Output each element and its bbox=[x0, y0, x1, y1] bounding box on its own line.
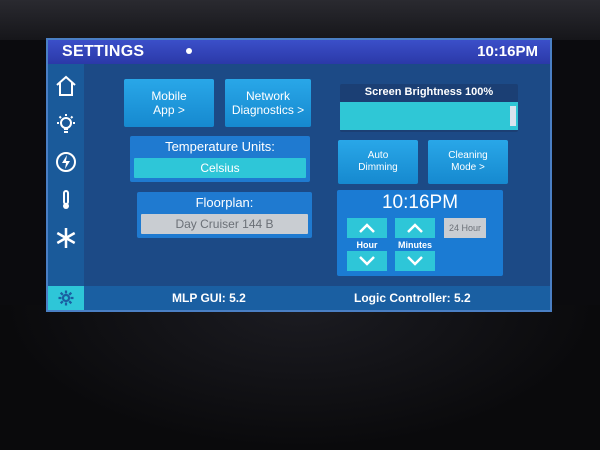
floorplan-panel: Floorplan: Day Cruiser 144 B bbox=[137, 192, 312, 238]
mobile-app-button[interactable]: Mobile App > bbox=[124, 79, 214, 127]
home-icon bbox=[56, 75, 76, 96]
sidebar-item-power[interactable] bbox=[52, 148, 80, 176]
lightbulb-icon bbox=[57, 114, 75, 133]
network-label-1: Network bbox=[245, 89, 290, 103]
device-bezel bbox=[0, 305, 600, 450]
mobile-app-label-2: App > bbox=[153, 103, 185, 117]
sidebar-item-settings[interactable] bbox=[48, 286, 84, 310]
minutes-up-button[interactable] bbox=[395, 218, 435, 238]
auto-dimming-label-1: Auto bbox=[367, 150, 389, 161]
brightness-fill bbox=[340, 102, 518, 130]
auto-dimming-button[interactable]: Auto Dimming bbox=[338, 140, 418, 184]
temperature-units-panel: Temperature Units: Celsius bbox=[130, 136, 310, 182]
indicator-dot bbox=[186, 48, 192, 54]
hour-label: Hour bbox=[356, 240, 378, 250]
temperature-units-select[interactable]: Celsius bbox=[134, 158, 306, 178]
auto-dimming-label-2: Dimming bbox=[358, 162, 398, 173]
gui-version: MLP GUI: 5.2 bbox=[172, 291, 246, 305]
floorplan-label: Floorplan: bbox=[195, 195, 254, 210]
brightness-slider[interactable] bbox=[340, 102, 518, 130]
floorplan-value: Day Cruiser 144 B bbox=[141, 214, 308, 234]
chevron-down-icon bbox=[407, 256, 423, 266]
brightness-control: Screen Brightness 100% bbox=[340, 84, 518, 132]
network-diagnostics-button[interactable]: Network Diagnostics > bbox=[225, 79, 311, 127]
minutes-label: Minutes bbox=[397, 240, 432, 250]
brightness-handle[interactable] bbox=[510, 106, 516, 126]
sidebar-item-home[interactable] bbox=[52, 72, 80, 100]
24-hour-toggle[interactable]: 24 Hour bbox=[444, 218, 486, 238]
chevron-down-icon bbox=[359, 256, 375, 266]
cleaning-mode-label-2: Mode > bbox=[451, 162, 485, 173]
chevron-up-icon bbox=[359, 223, 375, 233]
clock-panel: 10:16PM 24 Hour Hour Minutes bbox=[337, 190, 503, 276]
logic-controller-version: Logic Controller: 5.2 bbox=[354, 291, 471, 305]
hour-up-button[interactable] bbox=[347, 218, 387, 238]
minutes-down-button[interactable] bbox=[395, 251, 435, 271]
clock-time: 10:16PM bbox=[381, 192, 459, 213]
settings-screen: SETTINGS 10:16PM Mobile App > Network Di… bbox=[46, 38, 552, 312]
snowflake-icon bbox=[56, 228, 76, 248]
mobile-app-label-1: Mobile bbox=[151, 89, 187, 103]
sidebar bbox=[48, 64, 84, 286]
page-title: SETTINGS bbox=[62, 43, 145, 60]
title-bar: SETTINGS 10:16PM bbox=[48, 40, 550, 64]
header-clock: 10:16PM bbox=[477, 43, 538, 60]
power-icon bbox=[56, 152, 76, 172]
thermometer-icon bbox=[63, 190, 69, 209]
temperature-units-label: Temperature Units: bbox=[165, 139, 275, 154]
sidebar-item-climate[interactable] bbox=[52, 224, 80, 252]
cleaning-mode-button[interactable]: Cleaning Mode > bbox=[428, 140, 508, 184]
network-label-2: Diagnostics > bbox=[231, 103, 305, 117]
cleaning-mode-label-1: Cleaning bbox=[448, 150, 488, 161]
brightness-label: Screen Brightness 100% bbox=[364, 86, 494, 98]
sidebar-item-thermostat[interactable] bbox=[52, 186, 80, 214]
chevron-up-icon bbox=[407, 223, 423, 233]
status-bar: MLP GUI: 5.2 Logic Controller: 5.2 bbox=[48, 286, 550, 310]
gear-icon bbox=[58, 290, 74, 306]
hour-down-button[interactable] bbox=[347, 251, 387, 271]
ceiling-background bbox=[0, 0, 600, 40]
sidebar-item-lighting[interactable] bbox=[52, 110, 80, 138]
